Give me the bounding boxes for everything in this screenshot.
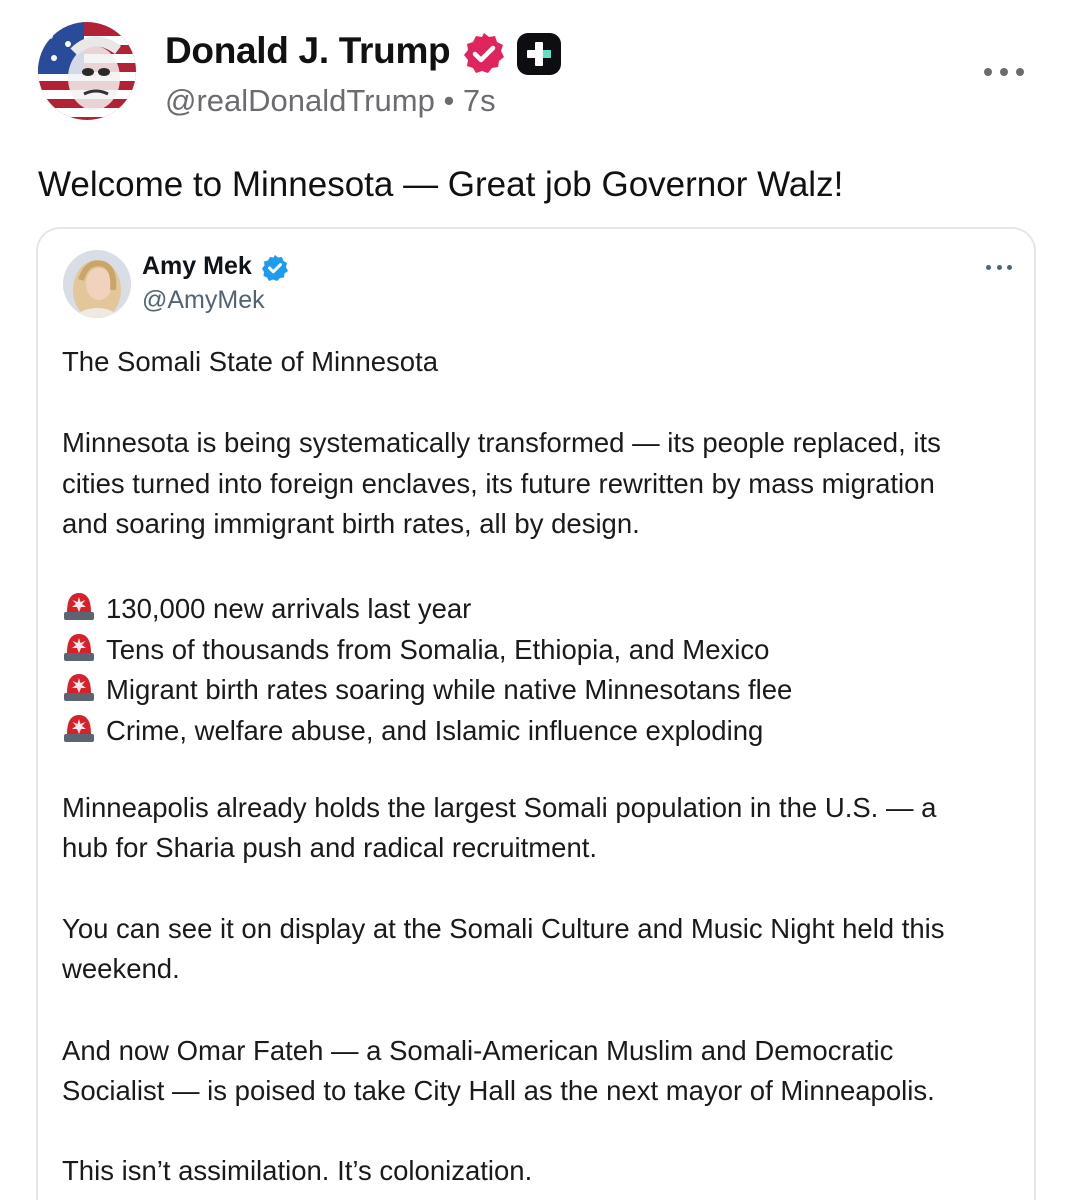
quoted-text-line: And now Omar Fateh — a Somali-American M…: [62, 1035, 894, 1066]
quoted-text-line: and soaring immigrant birth rates, all b…: [62, 508, 640, 539]
quoted-author-name[interactable]: Amy Mek: [142, 252, 252, 281]
quoted-post-title: The Somali State of Minnesota: [62, 346, 439, 377]
bullet-item: Crime, welfare abuse, and Islamic influe…: [62, 712, 763, 745]
separator-dot: •: [443, 83, 455, 118]
author-name[interactable]: Donald J. Trump: [165, 30, 451, 72]
bullet-text: Crime, welfare abuse, and Islamic influe…: [106, 715, 764, 746]
quoted-text-line: Socialist — is poised to take City Hall …: [62, 1075, 935, 1106]
quoted-text-line: Minnesota is being systematically transf…: [62, 427, 941, 458]
author-avatar[interactable]: [38, 22, 136, 120]
quoted-text-line: weekend.: [62, 953, 180, 984]
quoted-author-handle[interactable]: @AmyMek: [142, 286, 265, 315]
more-options-icon[interactable]: [984, 54, 1024, 90]
bullet-text: Tens of thousands from Somalia, Ethiopia…: [106, 634, 770, 665]
author-handle[interactable]: @realDonaldTrump: [165, 83, 435, 118]
police-siren-emoji-icon: [62, 712, 96, 744]
truth-social-post: Donald J. Trump @realDonaldTrump • 7s We…: [0, 0, 1067, 1200]
quoted-text-line: You can see it on display at the Somali …: [62, 913, 945, 944]
more-options-icon[interactable]: [986, 262, 1012, 272]
quoted-text-line: This isn’t assimilation. It’s colonizati…: [62, 1155, 533, 1186]
bullet-item: 130,000 new arrivals last year: [62, 590, 471, 623]
bullet-item: Migrant birth rates soaring while native…: [62, 671, 792, 704]
quoted-text-line: cities turned into foreign enclaves, its…: [62, 468, 935, 499]
bullet-item: Tens of thousands from Somalia, Ethiopia…: [62, 631, 769, 664]
quoted-author-avatar[interactable]: [63, 250, 131, 318]
bullet-text: 130,000 new arrivals last year: [106, 593, 472, 624]
post-text: Welcome to Minnesota — Great job Governo…: [38, 165, 844, 204]
police-siren-emoji-icon: [62, 671, 96, 703]
plus-square-icon: [516, 32, 562, 76]
police-siren-emoji-icon: [62, 590, 96, 622]
post-time[interactable]: 7s: [463, 83, 496, 118]
police-siren-emoji-icon: [62, 631, 96, 663]
quoted-text-line: Minneapolis already holds the largest So…: [62, 792, 937, 823]
bullet-text: Migrant birth rates soaring while native…: [106, 674, 793, 705]
author-handle-time: @realDonaldTrump • 7s: [165, 83, 496, 119]
verified-badge-icon: [460, 30, 508, 78]
quoted-text-line: hub for Sharia push and radical recruitm…: [62, 832, 598, 863]
verified-badge-icon: [260, 253, 290, 283]
